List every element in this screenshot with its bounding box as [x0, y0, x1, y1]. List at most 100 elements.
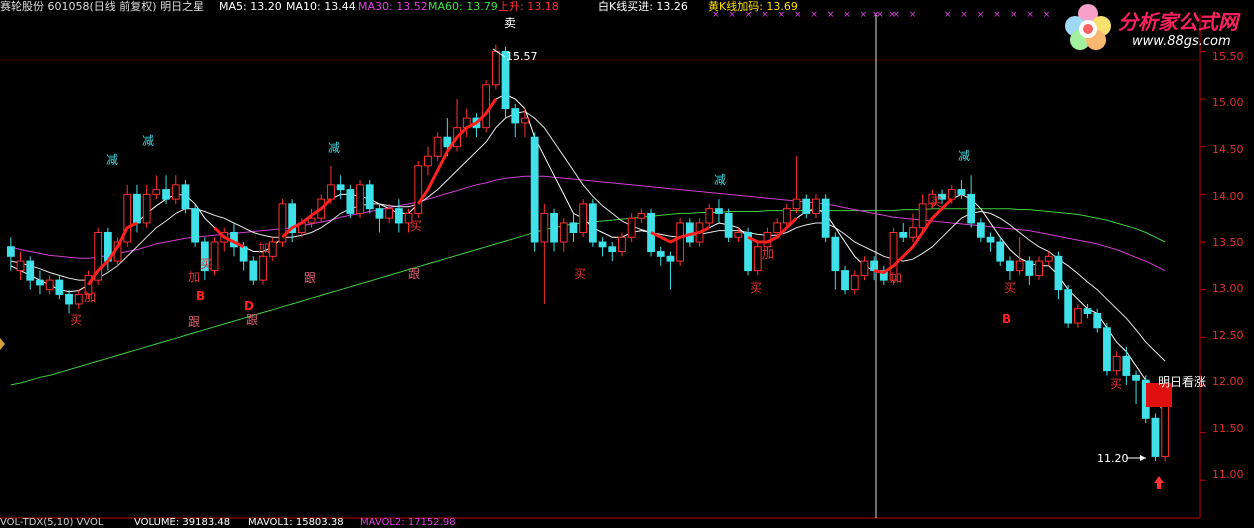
- signal-buy: 买: [70, 313, 83, 327]
- candle-body-down: [957, 189, 966, 195]
- candle-body-down: [394, 208, 403, 224]
- candle-body-up: [142, 193, 151, 224]
- candle-body-up: [74, 293, 83, 305]
- candle-body-down: [1093, 312, 1102, 329]
- up-label: 上升: 13.18: [498, 0, 559, 13]
- mavol2-value: MAVOL2: 17152.98: [360, 517, 456, 528]
- price-label-14.50: 14.50: [1212, 143, 1244, 156]
- candle-body-down: [1132, 374, 1140, 381]
- candle-body-up: [540, 212, 549, 243]
- candle-body-up: [327, 184, 335, 200]
- signal-add: 加: [258, 241, 271, 255]
- candle-body-up: [850, 274, 859, 291]
- signal-follow: 跟: [304, 271, 317, 285]
- candle-body-down: [55, 279, 64, 295]
- ma5-polyline: [10, 93, 1166, 414]
- low-arrowhead: [1140, 455, 1146, 461]
- candle-body-up: [482, 84, 491, 129]
- candle-body-down: [666, 255, 675, 262]
- candle-body-down: [530, 136, 539, 243]
- signal-add: 加: [84, 290, 97, 304]
- candle-body-down: [724, 212, 733, 238]
- signal-reduce: 减: [142, 134, 155, 148]
- signal-follow: 跟: [188, 315, 201, 329]
- candle-body-down: [365, 184, 374, 210]
- x-marks-2: × ×: [872, 10, 899, 20]
- candle-body-up: [356, 184, 364, 214]
- price-label-14.00: 14.00: [1212, 190, 1244, 203]
- ma60-line: [10, 208, 1166, 386]
- candle-body-down: [870, 260, 879, 272]
- candle-body-down: [550, 212, 558, 243]
- signal-buy: 买: [200, 257, 213, 271]
- ma30-label: MA30: 13.52: [358, 0, 428, 13]
- ma5-label: MA5: 13.20: [219, 0, 282, 13]
- site-logo: 分析家公式网 www.88gs.com: [1058, 2, 1254, 54]
- candle-body-down: [976, 222, 985, 238]
- price-label-12.00: 12.00: [1212, 375, 1244, 388]
- candle-body-down: [715, 208, 723, 214]
- price-label-11.50: 11.50: [1212, 422, 1244, 435]
- candle-body-up: [491, 50, 500, 86]
- candle-body-up: [637, 212, 646, 219]
- candle-body-up: [521, 117, 529, 124]
- candle-body-up: [1044, 255, 1053, 262]
- candle-body-up: [753, 246, 762, 272]
- candle-body-down: [65, 293, 73, 305]
- candle-body-down: [598, 241, 607, 248]
- candle-body-up: [812, 198, 820, 214]
- candle-body-up: [433, 136, 442, 157]
- signal-b: B: [196, 289, 206, 303]
- ma10-line: [10, 110, 1166, 362]
- candle-body-up: [424, 155, 432, 167]
- candle-body-up: [16, 260, 25, 272]
- signal-add: 加: [890, 271, 903, 285]
- signal-buy: 买: [410, 219, 423, 233]
- candle-body-down: [239, 246, 248, 262]
- candle-body-up: [676, 222, 685, 262]
- candle-body-up: [152, 189, 161, 195]
- signal-buy: 买: [930, 195, 943, 209]
- candle-body-up: [947, 189, 956, 200]
- candle-body-down: [133, 193, 141, 224]
- volume-value: VOLUME: 39183.48: [134, 517, 231, 528]
- candle-body-down: [375, 208, 384, 219]
- candle-body-up: [1112, 355, 1121, 372]
- candle-body-up: [705, 208, 714, 224]
- candle-body-up: [1035, 260, 1043, 276]
- candle-body-down: [588, 203, 597, 243]
- candle-body-down: [1103, 327, 1111, 372]
- candle-body-down: [162, 189, 170, 200]
- candle-body-down: [656, 251, 665, 257]
- candle-body-down: [1064, 289, 1073, 324]
- candle-body-up: [1073, 308, 1082, 324]
- signal-b: B: [1002, 312, 1012, 326]
- candle-body-up: [734, 231, 743, 238]
- candle-body-down: [569, 222, 578, 233]
- candle-body-down: [1054, 255, 1063, 291]
- up-arrow-icon: [1154, 476, 1164, 489]
- candle-body-down: [36, 279, 44, 286]
- candle-body-down: [986, 236, 995, 243]
- price-label-13.00: 13.00: [1212, 282, 1244, 295]
- candle-body-down: [841, 270, 849, 291]
- sell-top-label: 卖: [504, 16, 517, 30]
- logo-title: 分析家公式网: [1118, 10, 1238, 34]
- candle-body-down: [608, 246, 617, 253]
- candle-body-down: [821, 198, 830, 238]
- candle-body-down: [6, 246, 15, 257]
- x-marks-3: × × × ×: [944, 10, 1004, 20]
- volume-indicator-name: VOL-TDX(5,10) VVOL: [0, 517, 104, 528]
- mavol1-value: MAVOL1: 15803.38: [248, 517, 344, 528]
- logo-url: www.88gs.com: [1132, 34, 1231, 49]
- candle-body-up: [385, 208, 394, 219]
- price-grid: [0, 14, 1206, 519]
- signal-add: 加: [188, 270, 201, 284]
- candle-body-down: [899, 231, 908, 238]
- signal-reduce: 减: [714, 173, 727, 187]
- tomorrow-label: 明日看涨: [1158, 375, 1207, 389]
- candle-body-up: [268, 241, 277, 257]
- candle-body-up: [579, 203, 588, 233]
- signal-buy: 买: [574, 267, 587, 281]
- candlestick-chart[interactable]: [0, 0, 1254, 528]
